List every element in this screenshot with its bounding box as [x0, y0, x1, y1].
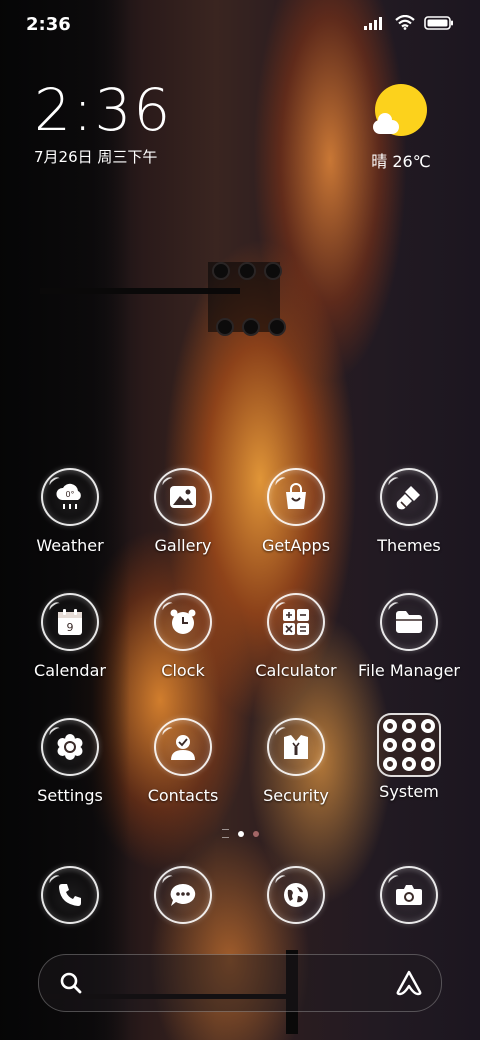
weather-summary: 晴 26℃ [371, 152, 431, 171]
dock-browser[interactable] [236, 866, 356, 924]
app-label: Security [263, 786, 329, 805]
app-label: Gallery [154, 536, 212, 555]
app-label: Settings [37, 786, 103, 805]
battery-icon [424, 15, 453, 30]
app-calendar[interactable]: 9 Calendar [10, 593, 130, 680]
sun-cloud-icon [373, 84, 427, 136]
page-indicator-menu-icon [221, 829, 229, 838]
gallery-icon [154, 468, 212, 526]
messages-icon [154, 866, 212, 924]
app-label: Calendar [34, 661, 106, 680]
app-label: Themes [377, 536, 441, 555]
weather-widget[interactable]: 晴 26℃ [356, 84, 446, 172]
dock-messages[interactable] [123, 866, 243, 924]
camera-icon [380, 866, 438, 924]
wifi-icon [395, 15, 415, 30]
calculator-icon [267, 593, 325, 651]
app-security[interactable]: Security [236, 718, 356, 805]
contacts-icon [154, 718, 212, 776]
page-dot-active [237, 830, 244, 837]
app-themes[interactable]: Themes [349, 468, 469, 555]
app-clock[interactable]: Clock [123, 593, 243, 680]
clock-time: 2:36 [34, 76, 173, 144]
search-icon[interactable] [59, 971, 83, 995]
assistant-icon[interactable] [395, 970, 423, 996]
app-label: Weather [36, 536, 104, 555]
dock-phone[interactable] [10, 866, 130, 924]
getapps-icon [267, 468, 325, 526]
status-icons [364, 15, 454, 30]
browser-icon [267, 866, 325, 924]
signal-icon [364, 16, 382, 30]
wallpaper-lamp [216, 318, 234, 336]
app-label: Calculator [255, 661, 337, 680]
app-weather[interactable]: 0° Weather [10, 468, 130, 555]
app-label: Contacts [147, 786, 219, 805]
settings-icon [41, 718, 99, 776]
app-calculator[interactable]: Calculator [236, 593, 356, 680]
status-time: 2:36 [26, 14, 71, 35]
dock-camera[interactable] [349, 866, 469, 924]
wallpaper-lamp [268, 318, 286, 336]
app-gallery[interactable]: Gallery [123, 468, 243, 555]
clock-widget[interactable]: 2:36 7月26日 周三下午 [34, 78, 172, 167]
app-label: File Manager [358, 661, 460, 680]
app-label: Clock [161, 661, 205, 680]
clock-icon [154, 593, 212, 651]
wallpaper-lamp [242, 318, 260, 336]
clock-date: 7月26日 周三下午 [34, 148, 158, 166]
phone-icon [41, 866, 99, 924]
wallpaper-lamp [238, 262, 256, 280]
page-indicator[interactable] [0, 829, 480, 838]
file-manager-icon [380, 593, 438, 651]
app-settings[interactable]: Settings [10, 718, 130, 805]
calendar-icon: 9 [41, 593, 99, 651]
app-getapps[interactable]: GetApps [236, 468, 356, 555]
app-label: GetApps [261, 536, 331, 555]
status-bar: 2:36 [0, 0, 480, 50]
page-dot [252, 830, 259, 837]
themes-icon [380, 468, 438, 526]
app-system-folder[interactable]: System [349, 713, 469, 801]
wallpaper-lamp [264, 262, 282, 280]
security-icon [267, 718, 325, 776]
weather-icon: 0° [41, 468, 99, 526]
app-label: System [379, 782, 439, 801]
app-contacts[interactable]: Contacts [123, 718, 243, 805]
app-file-manager[interactable]: File Manager [349, 593, 469, 680]
system-folder-icon [377, 713, 441, 777]
wallpaper-lamp [212, 262, 230, 280]
search-bar[interactable] [38, 954, 442, 1012]
weather-icon-text: 0° [65, 490, 74, 499]
calendar-day: 9 [67, 621, 74, 634]
